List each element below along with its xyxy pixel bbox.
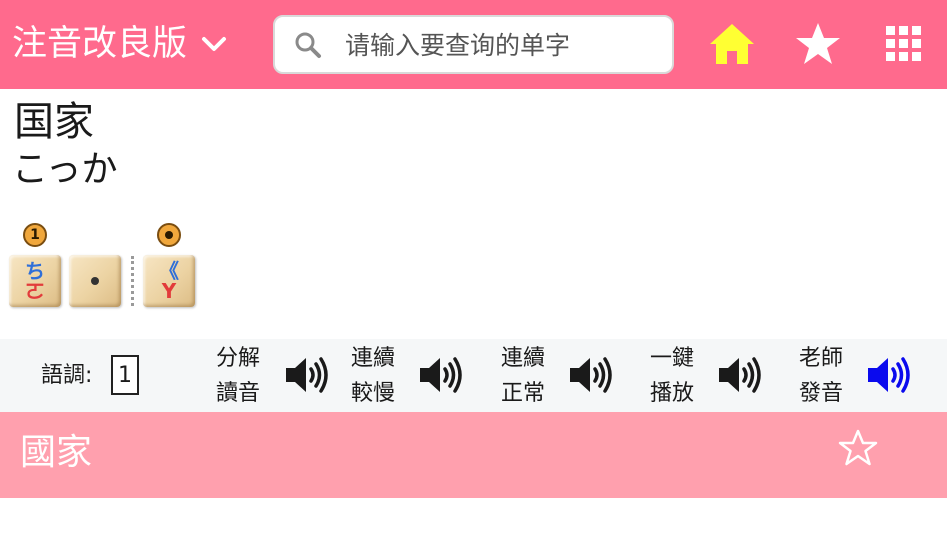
grid-icon bbox=[886, 26, 921, 61]
search-input[interactable] bbox=[345, 25, 665, 65]
tone-badge-neutral bbox=[157, 223, 181, 247]
favorites-button[interactable] bbox=[792, 18, 844, 70]
speaker-icon bbox=[868, 357, 910, 393]
home-button[interactable] bbox=[706, 18, 758, 70]
control-label-split: 分解 讀音 bbox=[215, 346, 260, 406]
speaker-icon bbox=[420, 357, 462, 393]
tone-label: 語調: bbox=[41, 363, 93, 388]
control-label-slow: 連續 較慢 bbox=[350, 346, 395, 406]
word-kana: こっか bbox=[12, 149, 118, 190]
control-label-normal: 連續 正常 bbox=[500, 346, 545, 406]
traditional-word: 國家 bbox=[20, 432, 93, 473]
play-normal-button[interactable] bbox=[568, 354, 618, 396]
zhuyin-tile[interactable]: 《 Y bbox=[143, 255, 195, 307]
speaker-icon bbox=[570, 357, 612, 393]
tone-dot bbox=[165, 231, 173, 239]
tone-value-box: 1 bbox=[111, 355, 139, 395]
zhuyin-tile[interactable]: ち ㄛ bbox=[9, 255, 61, 307]
tile-separator bbox=[131, 256, 134, 306]
home-icon bbox=[710, 24, 754, 64]
tone-badge: 1 bbox=[23, 223, 47, 247]
word-kanji: 国家 bbox=[14, 99, 94, 145]
search-box[interactable] bbox=[273, 15, 674, 74]
app-title-text: 注音改良版 bbox=[12, 24, 188, 64]
star-icon bbox=[796, 23, 840, 64]
play-slow-button[interactable] bbox=[418, 354, 468, 396]
star-outline-icon bbox=[838, 429, 878, 466]
traditional-word-row[interactable]: 國家 bbox=[0, 412, 947, 498]
control-label-teacher: 老師 發音 bbox=[798, 346, 843, 406]
play-oneclick-button[interactable] bbox=[717, 354, 767, 396]
apps-menu-button[interactable] bbox=[878, 18, 930, 70]
add-favorite-button[interactable] bbox=[838, 428, 878, 468]
control-label-oneclick: 一鍵 播放 bbox=[649, 346, 694, 406]
speaker-icon bbox=[719, 357, 761, 393]
audio-controls-bar: 語調: 1 分解 讀音 連續 較慢 連續 正常 一鍵 播放 老師 發音 bbox=[0, 339, 947, 412]
chevron-down-icon bbox=[202, 37, 227, 51]
speaker-icon bbox=[286, 357, 328, 393]
app-header: 注音改良版 bbox=[0, 0, 947, 89]
zhuyin-tile[interactable] bbox=[69, 255, 121, 307]
app-title-dropdown[interactable]: 注音改良版 bbox=[12, 22, 229, 66]
play-teacher-button[interactable] bbox=[866, 354, 916, 396]
tile-dot bbox=[91, 277, 99, 285]
play-split-button[interactable] bbox=[284, 354, 334, 396]
search-icon bbox=[295, 32, 321, 58]
